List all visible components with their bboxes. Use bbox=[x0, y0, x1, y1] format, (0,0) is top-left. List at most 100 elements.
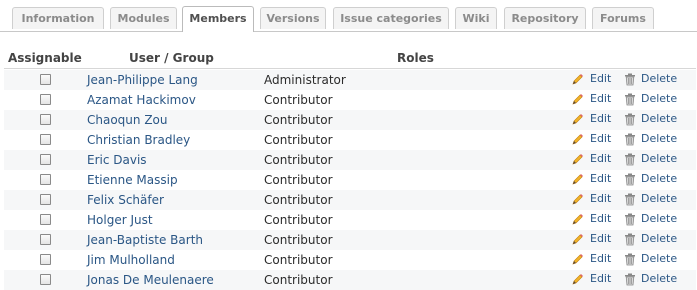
trash-icon[interactable] bbox=[624, 213, 636, 226]
trash-icon[interactable] bbox=[624, 193, 636, 206]
trash-icon[interactable] bbox=[624, 73, 636, 86]
trash-icon[interactable] bbox=[624, 133, 636, 146]
delete-link[interactable]: Delete bbox=[641, 212, 677, 225]
edit-link[interactable]: Edit bbox=[590, 112, 611, 125]
delete-link[interactable]: Delete bbox=[641, 272, 677, 285]
member-user-link[interactable]: Christian Bradley bbox=[87, 133, 190, 147]
column-header-assignable: Assignable bbox=[8, 51, 82, 65]
pencil-icon[interactable] bbox=[571, 193, 584, 206]
delete-link[interactable]: Delete bbox=[641, 252, 677, 265]
edit-link[interactable]: Edit bbox=[590, 72, 611, 85]
assignable-checkbox[interactable] bbox=[40, 74, 51, 85]
column-header-user-group: User / Group bbox=[129, 51, 214, 65]
assignable-checkbox[interactable] bbox=[40, 274, 51, 285]
member-role: Contributor bbox=[264, 173, 333, 187]
assignable-checkbox[interactable] bbox=[40, 134, 51, 145]
delete-link[interactable]: Delete bbox=[641, 132, 677, 145]
member-role: Contributor bbox=[264, 153, 333, 167]
delete-link[interactable]: Delete bbox=[641, 232, 677, 245]
delete-link[interactable]: Delete bbox=[641, 172, 677, 185]
trash-icon[interactable] bbox=[624, 233, 636, 246]
member-user-link[interactable]: Azamat Hackimov bbox=[87, 93, 196, 107]
edit-link[interactable]: Edit bbox=[590, 232, 611, 245]
member-user-link[interactable]: Jean-Philippe Lang bbox=[87, 73, 198, 87]
member-user-link[interactable]: Holger Just bbox=[87, 213, 153, 227]
pencil-icon[interactable] bbox=[571, 113, 584, 126]
member-user-link[interactable]: Felix Schäfer bbox=[87, 193, 164, 207]
tabs-divider bbox=[0, 31, 697, 32]
table-row: Christian Bradley Contributor Edit Delete bbox=[4, 130, 696, 150]
assignable-checkbox[interactable] bbox=[40, 94, 51, 105]
pencil-icon[interactable] bbox=[571, 213, 584, 226]
assignable-checkbox[interactable] bbox=[40, 214, 51, 225]
edit-link[interactable]: Edit bbox=[590, 272, 611, 285]
pencil-icon[interactable] bbox=[571, 233, 584, 246]
table-row: Eric Davis Contributor Edit Delete bbox=[4, 150, 696, 170]
pencil-icon[interactable] bbox=[571, 253, 584, 266]
tab-members[interactable]: Members bbox=[182, 6, 254, 32]
trash-icon[interactable] bbox=[624, 253, 636, 266]
member-user-link[interactable]: Jonas De Meulenaere bbox=[87, 273, 214, 287]
edit-link[interactable]: Edit bbox=[590, 192, 611, 205]
edit-link[interactable]: Edit bbox=[590, 252, 611, 265]
column-header-roles: Roles bbox=[397, 51, 434, 65]
assignable-checkbox[interactable] bbox=[40, 194, 51, 205]
delete-link[interactable]: Delete bbox=[641, 112, 677, 125]
delete-link[interactable]: Delete bbox=[641, 152, 677, 165]
table-row: Holger Just Contributor Edit Delete bbox=[4, 210, 696, 230]
member-role: Contributor bbox=[264, 233, 333, 247]
member-role: Contributor bbox=[264, 133, 333, 147]
tab-versions[interactable]: Versions bbox=[260, 7, 326, 29]
edit-link[interactable]: Edit bbox=[590, 92, 611, 105]
delete-link[interactable]: Delete bbox=[641, 92, 677, 105]
pencil-icon[interactable] bbox=[571, 153, 584, 166]
assignable-checkbox[interactable] bbox=[40, 254, 51, 265]
trash-icon[interactable] bbox=[624, 93, 636, 106]
table-header: Assignable User / Group Roles bbox=[4, 48, 696, 69]
member-role: Contributor bbox=[264, 273, 333, 287]
pencil-icon[interactable] bbox=[571, 173, 584, 186]
edit-link[interactable]: Edit bbox=[590, 212, 611, 225]
trash-icon[interactable] bbox=[624, 173, 636, 186]
member-role: Administrator bbox=[264, 73, 346, 87]
table-row: Jim Mulholland Contributor Edit Delete bbox=[4, 250, 696, 270]
member-role: Contributor bbox=[264, 213, 333, 227]
member-role: Contributor bbox=[264, 193, 333, 207]
tab-modules[interactable]: Modules bbox=[110, 7, 177, 29]
member-user-link[interactable]: Jean-Baptiste Barth bbox=[87, 233, 203, 247]
edit-link[interactable]: Edit bbox=[590, 152, 611, 165]
table-row: Etienne Massip Contributor Edit Delete bbox=[4, 170, 696, 190]
member-user-link[interactable]: Etienne Massip bbox=[87, 173, 178, 187]
table-row: Felix Schäfer Contributor Edit Delete bbox=[4, 190, 696, 210]
pencil-icon[interactable] bbox=[571, 93, 584, 106]
tab-wiki[interactable]: Wiki bbox=[455, 7, 497, 29]
tab-forums[interactable]: Forums bbox=[592, 7, 654, 29]
pencil-icon[interactable] bbox=[571, 133, 584, 146]
table-row: Jonas De Meulenaere Contributor Edit Delete bbox=[4, 270, 696, 290]
delete-link[interactable]: Delete bbox=[641, 192, 677, 205]
assignable-checkbox[interactable] bbox=[40, 154, 51, 165]
tab-repository[interactable]: Repository bbox=[504, 7, 586, 29]
assignable-checkbox[interactable] bbox=[40, 114, 51, 125]
assignable-checkbox[interactable] bbox=[40, 174, 51, 185]
tab-issue-categories[interactable]: Issue categories bbox=[333, 7, 449, 29]
pencil-icon[interactable] bbox=[571, 73, 584, 86]
member-user-link[interactable]: Chaoqun Zou bbox=[87, 113, 168, 127]
member-role: Contributor bbox=[264, 93, 333, 107]
table-row: Azamat Hackimov Contributor Edit Delete bbox=[4, 90, 696, 110]
edit-link[interactable]: Edit bbox=[590, 132, 611, 145]
member-role: Contributor bbox=[264, 253, 333, 267]
trash-icon[interactable] bbox=[624, 273, 636, 286]
edit-link[interactable]: Edit bbox=[590, 172, 611, 185]
table-row: Jean-Baptiste Barth Contributor Edit Delete bbox=[4, 230, 696, 250]
pencil-icon[interactable] bbox=[571, 273, 584, 286]
member-role: Contributor bbox=[264, 113, 333, 127]
project-settings-tabs: Information Modules Members Versions Iss… bbox=[0, 0, 697, 32]
trash-icon[interactable] bbox=[624, 153, 636, 166]
member-user-link[interactable]: Jim Mulholland bbox=[87, 253, 175, 267]
assignable-checkbox[interactable] bbox=[40, 234, 51, 245]
tab-information[interactable]: Information bbox=[12, 7, 104, 29]
delete-link[interactable]: Delete bbox=[641, 72, 677, 85]
member-user-link[interactable]: Eric Davis bbox=[87, 153, 147, 167]
trash-icon[interactable] bbox=[624, 113, 636, 126]
